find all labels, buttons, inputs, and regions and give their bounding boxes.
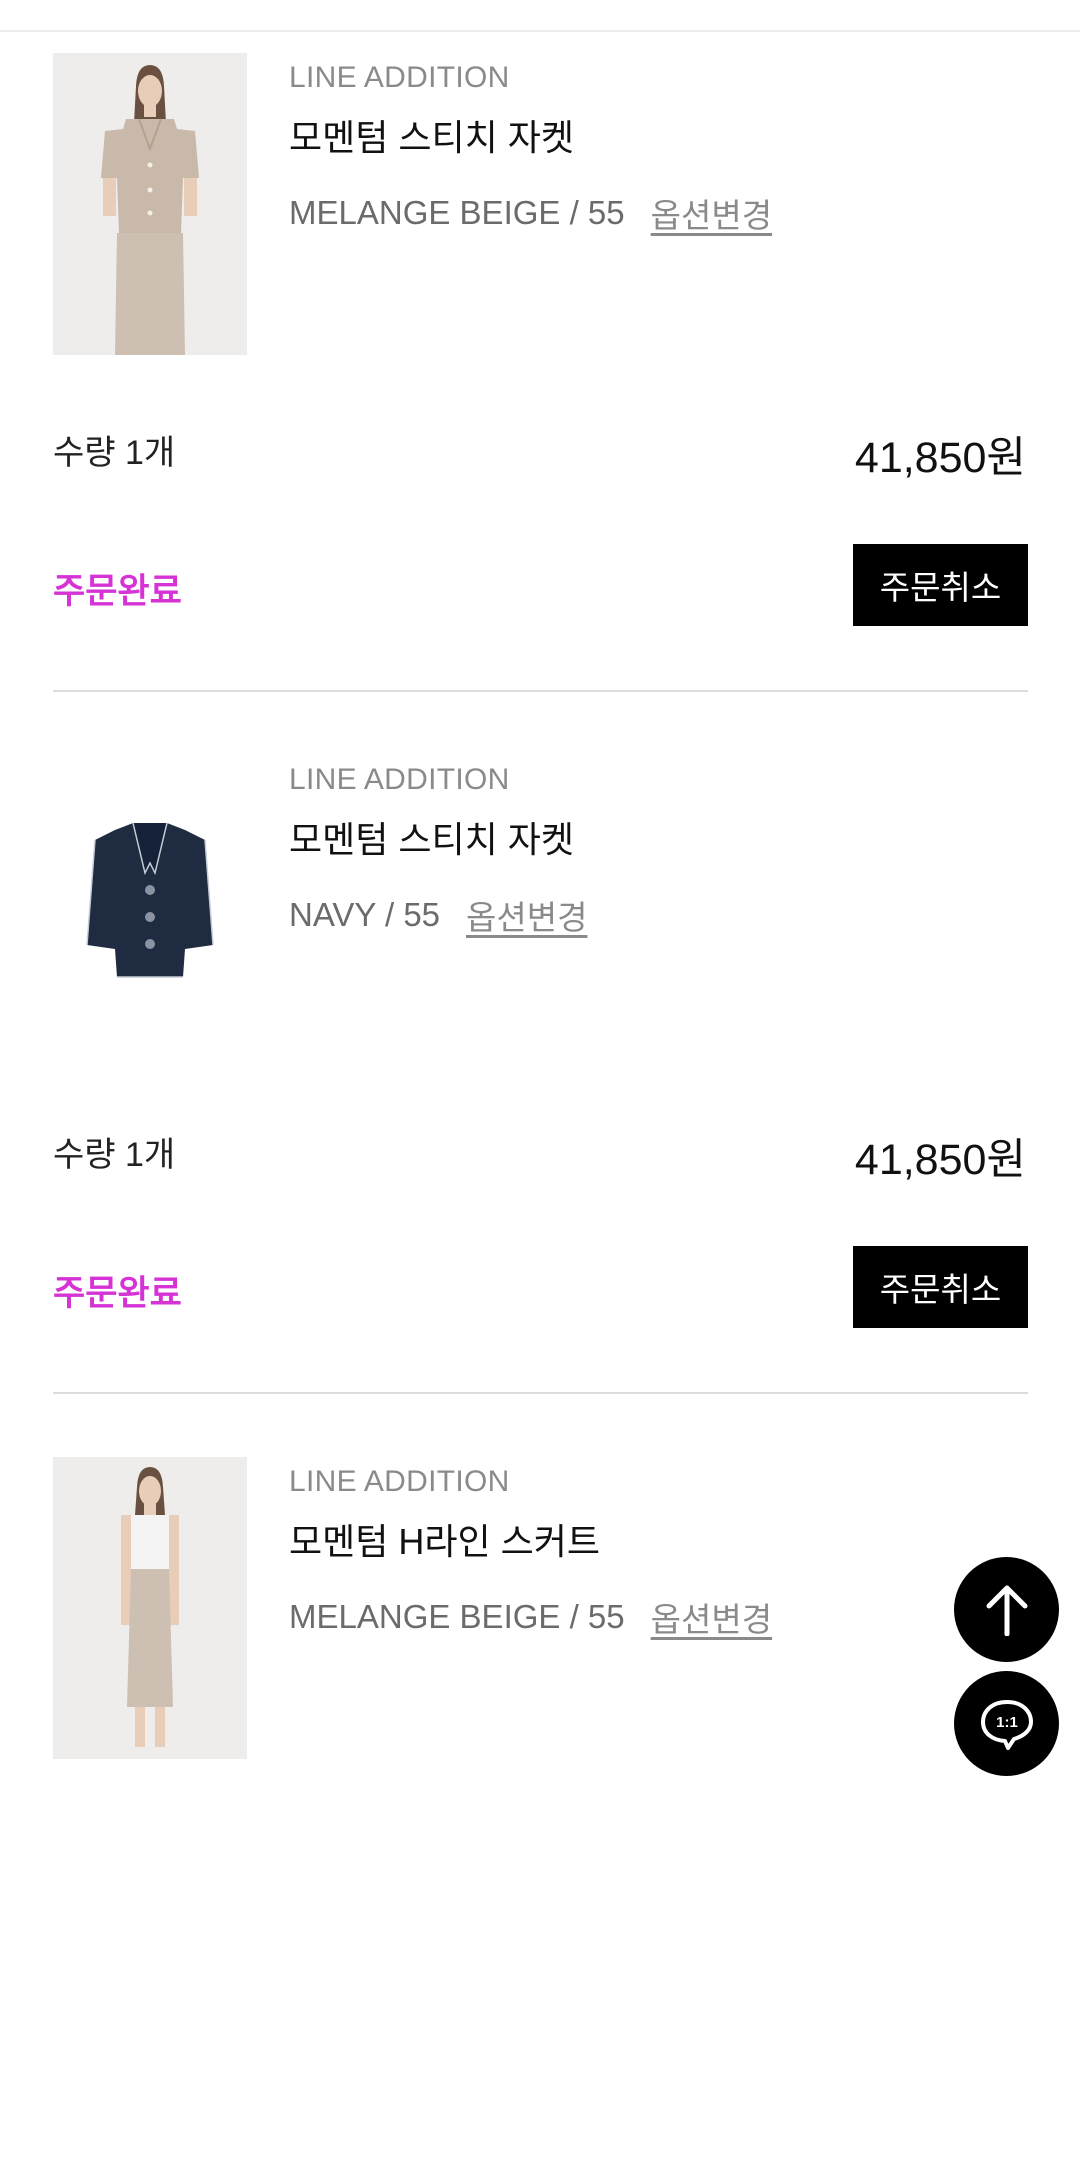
quantity-text: 수량 1개	[53, 1136, 176, 1174]
option-text: NAVY / 55	[289, 896, 441, 933]
top-divider	[0, 0, 1080, 32]
product-image[interactable]	[53, 1457, 247, 1759]
quantity-text: 수량 1개	[53, 434, 176, 472]
option-text: MELANGE BEIGE / 55	[289, 194, 625, 231]
option-change-link[interactable]: 옵션변경	[651, 189, 772, 237]
option-change-link[interactable]: 옵션변경	[466, 891, 587, 939]
chat-1on1-icon: 1:1	[980, 1699, 1033, 1750]
option-text: MELANGE BEIGE / 55	[289, 1598, 625, 1635]
order-status: 주문완료	[53, 1274, 182, 1313]
brand-label: LINE ADDITION	[289, 1465, 510, 1498]
order-item: LINE ADDITION 모멘텀 스티치 자켓 MELANGE BEIGE /…	[0, 53, 1080, 753]
chat-label: 1:1	[996, 1714, 1018, 1731]
order-item: LINE ADDITION 모멘텀 스티치 자켓 NAVY / 55 옵션변경 …	[0, 755, 1080, 1455]
chat-button[interactable]: 1:1	[954, 1671, 1059, 1776]
option-change-link[interactable]: 옵션변경	[651, 1593, 772, 1641]
item-divider	[53, 1392, 1028, 1394]
brand-label: LINE ADDITION	[289, 763, 510, 796]
product-image[interactable]	[53, 53, 247, 355]
order-item: LINE ADDITION 모멘텀 H라인 스커트 MELANGE BEIGE …	[0, 1457, 1080, 2157]
product-name[interactable]: 모멘텀 스티치 자켓	[289, 109, 574, 161]
option-line: MELANGE BEIGE / 55 옵션변경	[289, 1593, 772, 1641]
product-image[interactable]	[53, 755, 247, 1057]
order-status: 주문완료	[53, 572, 182, 611]
product-name[interactable]: 모멘텀 H라인 스커트	[289, 1513, 600, 1565]
cancel-order-button[interactable]: 주문취소	[853, 1246, 1028, 1328]
option-line: MELANGE BEIGE / 55 옵션변경	[289, 189, 772, 237]
item-divider	[53, 690, 1028, 692]
product-name[interactable]: 모멘텀 스티치 자켓	[289, 811, 574, 863]
option-line: NAVY / 55 옵션변경	[289, 891, 587, 939]
price-text: 41,850원	[854, 1136, 1026, 1184]
scroll-top-button[interactable]	[954, 1557, 1059, 1662]
brand-label: LINE ADDITION	[289, 61, 510, 94]
price-text: 41,850원	[854, 434, 1026, 482]
cancel-order-button[interactable]: 주문취소	[853, 544, 1028, 626]
arrow-up-icon	[986, 1585, 1027, 1636]
